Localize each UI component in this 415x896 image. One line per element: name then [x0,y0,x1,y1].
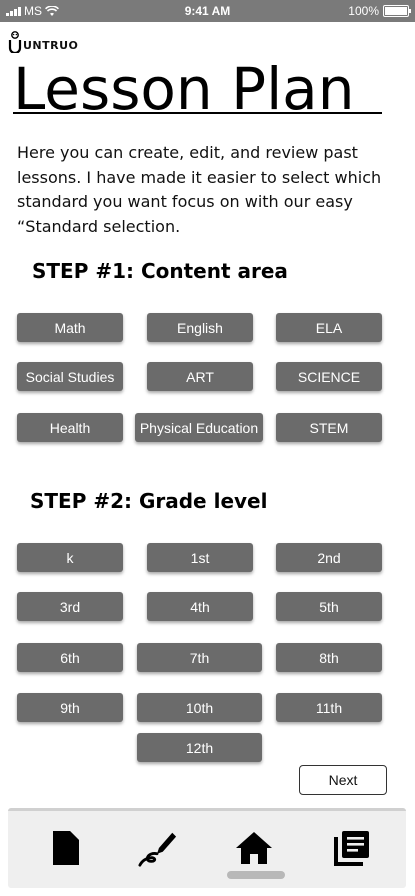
grade-12th-button[interactable]: 12th [137,733,262,762]
library-icon [334,831,369,866]
grade-2nd-button[interactable]: 2nd [276,543,382,572]
tab-document[interactable] [46,828,86,868]
tab-library[interactable] [332,828,372,868]
status-bar: MS 9:41 AM 100% [0,0,415,22]
app-logo: UNTRUO [8,31,78,53]
grade-6th-button[interactable]: 6th [17,643,123,672]
step2-heading: STEP #2: Grade level [30,489,268,513]
content-area-health-button[interactable]: Health [17,413,123,442]
logo-mark-icon [8,31,22,53]
status-right: 100% [348,4,411,18]
home-indicator [227,871,285,879]
grade-7th-button[interactable]: 7th [137,643,262,672]
content-area-science-button[interactable]: SCIENCE [276,362,382,391]
content-area-social-studies-button[interactable]: Social Studies [17,362,123,391]
grade-9th-button[interactable]: 9th [17,693,123,722]
battery-icon [383,5,411,17]
content-area-physical-education-button[interactable]: Physical Education [135,413,263,442]
battery-label: 100% [348,4,379,18]
grade-5th-button[interactable]: 5th [276,592,382,621]
grade-8th-button[interactable]: 8th [276,643,382,672]
content-area-english-button[interactable]: English [147,313,253,342]
intro-text: Here you can create, edit, and review pa… [17,143,382,236]
page-title: Lesson Plan [13,55,355,123]
logo-text: UNTRUO [23,38,79,52]
content-area-art-button[interactable]: ART [147,362,253,391]
step1-heading: STEP #1: Content area [32,259,288,283]
grade-10th-button[interactable]: 10th [137,693,262,722]
content-area-math-button[interactable]: Math [17,313,123,342]
tab-home[interactable] [234,828,274,868]
document-icon [53,831,79,865]
grade-1st-button[interactable]: 1st [147,543,253,572]
grade-3rd-button[interactable]: 3rd [17,592,123,621]
pen-icon [138,832,177,867]
content-area-ela-button[interactable]: ELA [276,313,382,342]
home-icon [236,832,272,864]
tab-edit[interactable] [138,828,178,868]
title-divider [13,112,382,114]
grade-11th-button[interactable]: 11th [276,693,382,722]
next-button[interactable]: Next [299,765,387,795]
grade-4th-button[interactable]: 4th [147,592,253,621]
tab-bar [8,808,406,888]
grade-k-button[interactable]: k [17,543,123,572]
content-area-stem-button[interactable]: STEM [276,413,382,442]
